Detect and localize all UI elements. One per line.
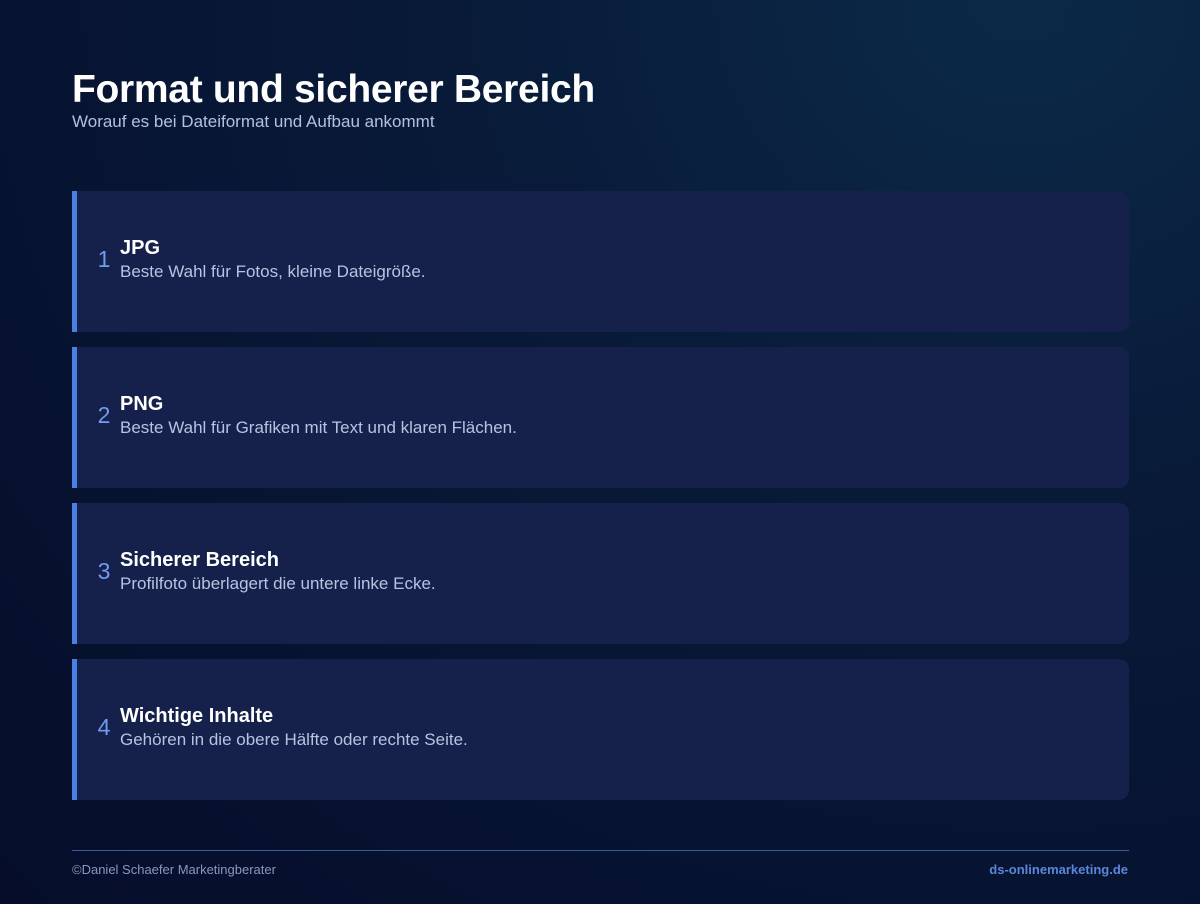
card-title: Sicherer Bereich xyxy=(120,549,279,571)
card-list: 1 JPG Beste Wahl für Fotos, kleine Datei… xyxy=(72,191,1129,815)
footer-website-link[interactable]: ds-onlinemarketing.de xyxy=(989,862,1128,878)
footer-divider xyxy=(72,850,1129,851)
card-important-content: 4 Wichtige Inhalte Gehören in die obere … xyxy=(72,659,1129,800)
page-title: Format und sicherer Bereich xyxy=(72,68,595,111)
card-png: 2 PNG Beste Wahl für Grafiken mit Text u… xyxy=(72,347,1129,488)
card-safe-area: 3 Sicherer Bereich Profilfoto überlagert… xyxy=(72,503,1129,644)
card-number: 3 xyxy=(97,558,111,584)
card-number: 4 xyxy=(97,714,111,740)
card-number: 2 xyxy=(97,402,111,428)
card-title: Wichtige Inhalte xyxy=(120,705,274,727)
page-subtitle: Worauf es bei Dateiformat und Aufbau ank… xyxy=(72,112,435,131)
card-jpg: 1 JPG Beste Wahl für Fotos, kleine Datei… xyxy=(72,191,1129,332)
card-description: Gehören in die obere Hälfte oder rechte … xyxy=(120,730,468,749)
header: Format und sicherer Bereich Worauf es be… xyxy=(72,68,1128,132)
card-title: JPG xyxy=(120,237,161,259)
card-description: Beste Wahl für Fotos, kleine Dateigröße. xyxy=(120,262,426,281)
card-number: 1 xyxy=(97,246,111,272)
card-title: PNG xyxy=(120,393,164,415)
card-description: Beste Wahl für Grafiken mit Text und kla… xyxy=(120,418,517,437)
card-description: Profilfoto überlagert die untere linke E… xyxy=(120,574,436,593)
footer-copyright: ©Daniel Schaefer Marketingberater xyxy=(72,862,276,877)
